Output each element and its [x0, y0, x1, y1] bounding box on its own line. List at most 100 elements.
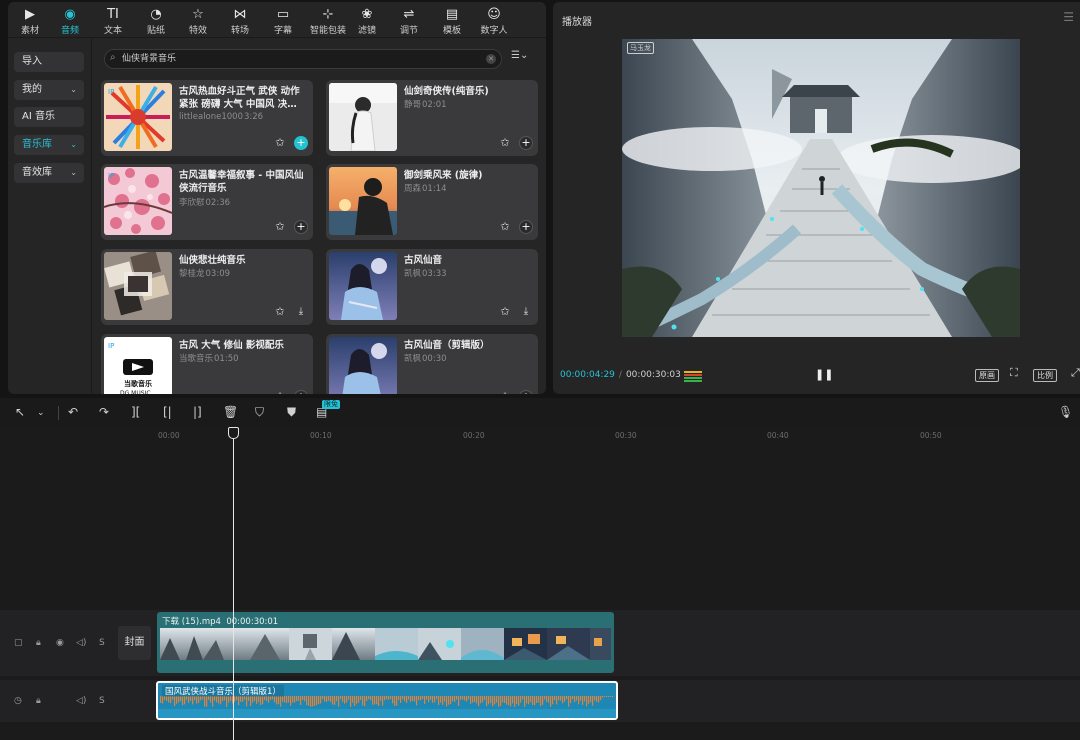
filter-sort-icon[interactable]: ☰⌄: [511, 50, 528, 61]
clear-icon[interactable]: ✕: [486, 54, 496, 64]
marker-icon[interactable]: ⛊: [287, 405, 296, 420]
split-icon[interactable]: ][: [131, 405, 140, 419]
tab-transition[interactable]: ⋈ 转场: [218, 6, 262, 38]
timeline-toolbar: ↖ ⌄ ↶ ↷ ][ [| |] 🗑 ⛉ ⛊ ▤ 🎙: [0, 398, 1080, 428]
favorite-star-icon[interactable]: ✩: [273, 220, 287, 234]
tab-audio[interactable]: ◉ 音频: [48, 6, 92, 38]
tab-effects[interactable]: ☆ 特效: [176, 6, 220, 38]
audio-meter-icon: [684, 371, 702, 382]
tab-digital-human[interactable]: ☺ 数字人: [472, 6, 516, 38]
favorite-star-icon[interactable]: ✩: [498, 305, 512, 319]
eye-icon[interactable]: ◉: [56, 638, 64, 648]
audio-track-icon: ◷: [14, 696, 22, 706]
original-quality-button[interactable]: 原画: [975, 369, 999, 382]
sidebar-item-sfx-library[interactable]: 音效库 ⌄: [14, 163, 84, 183]
music-cover-image: [104, 252, 172, 320]
video-track-icon: ▢: [14, 638, 23, 648]
sidebar-item-import[interactable]: 导入: [14, 52, 84, 72]
microphone-icon[interactable]: 🎙: [1058, 405, 1073, 419]
menu-icon[interactable]: ☰: [1063, 10, 1074, 24]
add-to-track-button[interactable]: +: [294, 136, 308, 150]
chevron-down-icon[interactable]: ⌄: [37, 408, 45, 418]
solo-toggle[interactable]: S: [99, 638, 105, 648]
aspect-ratio-button[interactable]: 比例: [1033, 369, 1057, 382]
speaker-icon[interactable]: ◁): [76, 638, 86, 648]
download-icon[interactable]: ⤓: [294, 305, 308, 319]
music-card[interactable]: 仙剑奇侠传(纯音乐) 静哥02:01 ✩ +: [326, 80, 538, 156]
sidebar-item-music-library[interactable]: 音乐库 ⌄: [14, 135, 84, 155]
music-card[interactable]: IP 当歌音乐 DG MUSIC 古风 大气 修仙 影视配乐 当歌音乐01:50 ✩…: [101, 334, 313, 394]
solo-toggle[interactable]: S: [99, 696, 105, 706]
music-card[interactable]: 古风仙音 凯枫03:33 ✩ ⤓: [326, 249, 538, 325]
favorite-star-icon[interactable]: ✩: [273, 390, 287, 394]
marker-add-icon[interactable]: ⛉: [255, 405, 264, 420]
timeline-ruler[interactable]: 00:00 00:10 00:20 00:30 00:40 00:50: [0, 428, 1080, 444]
video-watermark: 马玉龙: [627, 42, 654, 54]
music-cover-image: [329, 252, 397, 320]
music-card[interactable]: IP 古风温馨幸福叙事 - 中国风仙侠流行音乐 李欣慰02:36 ✩ +: [101, 164, 313, 240]
music-meta: 李欣慰02:36: [179, 198, 231, 208]
undo-icon[interactable]: ↶: [68, 405, 78, 419]
sticker-icon: ◔: [150, 7, 162, 22]
sidebar-item-ai-music[interactable]: AI 音乐: [14, 107, 84, 127]
tab-template[interactable]: ▤ 模板: [430, 6, 474, 38]
subtitle-icon: ▭: [276, 7, 290, 22]
pause-button[interactable]: ❚❚: [815, 368, 833, 381]
lock-icon[interactable]: 🔒︎: [36, 638, 41, 648]
tab-text[interactable]: TI 文本: [91, 6, 135, 38]
trim-left-icon[interactable]: [|: [163, 405, 172, 419]
speaker-icon[interactable]: ◁): [76, 696, 86, 706]
favorite-star-icon[interactable]: ✩: [273, 305, 287, 319]
favorite-star-icon[interactable]: ✩: [498, 220, 512, 234]
fullscreen-icon[interactable]: ⤢: [1068, 367, 1080, 380]
svg-text:DG MUSIC: DG MUSIC: [120, 390, 151, 394]
tab-sticker[interactable]: ◔ 贴纸: [134, 6, 178, 38]
music-cover-image: IP: [104, 83, 172, 151]
tab-adjust[interactable]: ⇌ 调节: [387, 6, 431, 38]
tab-media[interactable]: ▶ 素材: [8, 6, 52, 38]
video-preview[interactable]: 马玉龙: [622, 39, 1020, 337]
adjust-icon: ⇌: [403, 7, 415, 22]
trim-right-icon[interactable]: |]: [193, 405, 202, 419]
favorite-star-icon[interactable]: ✩: [273, 136, 287, 150]
transition-icon: ⋈: [233, 7, 247, 22]
sidebar-item-mine[interactable]: 我的 ⌄: [14, 80, 84, 100]
select-cursor-icon[interactable]: ↖: [15, 405, 25, 419]
video-frame-image: [622, 39, 1020, 337]
music-card[interactable]: 御剑乘风来 (旋律) 周森01:14 ✩ +: [326, 164, 538, 240]
lock-icon[interactable]: 🔒︎: [36, 696, 41, 706]
download-icon[interactable]: ⤓: [519, 305, 533, 319]
redo-icon[interactable]: ↷: [99, 405, 109, 419]
video-clip[interactable]: 下载 (15).mp4 00:00:30:01: [157, 612, 614, 673]
music-card[interactable]: IP 古风热血好斗正气 武侠 动作 紧张 磅礴 大气 中国风 决… little…: [101, 80, 313, 156]
favorite-star-icon[interactable]: ✩: [498, 390, 512, 394]
music-title: 古风热血好斗正气 武侠 动作 紧张 磅礴 大气 中国风 决…: [179, 86, 300, 110]
audio-clip[interactable]: 国风武侠战斗音乐（剪辑版1）: [156, 681, 618, 720]
add-to-track-button[interactable]: +: [519, 220, 533, 234]
music-cover-image: IP: [104, 167, 172, 235]
add-to-track-button[interactable]: +: [519, 390, 533, 394]
audio-icon: ◉: [64, 7, 76, 22]
music-cover-image: [329, 167, 397, 235]
top-toolbar: ▶ 素材 ◉ 音频 TI 文本 ◔ 贴纸 ☆ 特效 ⋈ 转场 ▭ 字幕 ⊹ 智能包装 ❀ 滤镜 ⇌…: [8, 2, 546, 38]
tab-subtitle[interactable]: ▭ 字幕: [261, 6, 305, 38]
fit-view-icon[interactable]: ⛶: [1007, 367, 1021, 380]
add-to-track-button[interactable]: +: [294, 390, 308, 394]
music-meta: 静哥02:01: [404, 100, 447, 110]
favorite-star-icon[interactable]: ✩: [498, 136, 512, 150]
tab-filter[interactable]: ❀ 滤镜: [345, 6, 389, 38]
cover-button[interactable]: 封面: [118, 626, 151, 660]
add-to-track-button[interactable]: +: [294, 220, 308, 234]
search-input[interactable]: ⌕ 仙侠背景音乐 ✕: [104, 49, 502, 69]
text-icon: TI: [107, 7, 119, 22]
add-to-track-button[interactable]: +: [519, 136, 533, 150]
filter-icon: ❀: [361, 7, 373, 22]
music-meta: 黎桂龙03:09: [179, 269, 231, 279]
music-card[interactable]: 古风仙音（剪辑版） 凯枫00:30 ✩ +: [326, 334, 538, 394]
playhead-handle[interactable]: [228, 427, 239, 439]
delete-icon[interactable]: 🗑: [223, 405, 238, 419]
music-card[interactable]: 仙侠悲壮纯音乐 黎桂龙03:09 ✩ ⤓: [101, 249, 313, 325]
playhead[interactable]: [233, 430, 234, 740]
music-cover-image: [329, 83, 397, 151]
music-meta: 周森01:14: [404, 184, 447, 194]
